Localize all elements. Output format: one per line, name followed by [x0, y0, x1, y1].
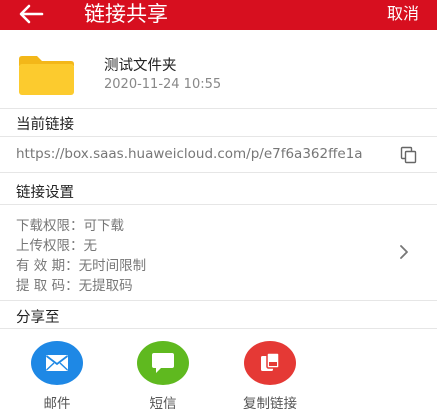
sms-icon	[152, 353, 174, 373]
copy-link-label: 复制链接	[243, 396, 297, 409]
current-link-heading: 当前链接	[16, 117, 74, 133]
share-link-url[interactable]: https://box.saas.huaweicloud.com/p/e7f6a…	[16, 146, 384, 162]
upload-permission: 上传权限：无	[16, 238, 97, 254]
divider	[0, 172, 437, 173]
file-info: 测试文件夹 2020-11-24 10:55	[0, 38, 437, 104]
share-mail-button[interactable]: 邮件	[27, 341, 87, 409]
validity-period: 有 效 期：无时间限制	[16, 258, 147, 274]
mail-circle	[31, 341, 83, 385]
share-to-heading: 分享至	[16, 310, 60, 326]
copy-link-icon	[261, 352, 280, 371]
folder-icon	[19, 56, 74, 95]
sms-circle	[137, 341, 189, 385]
mail-icon	[45, 355, 69, 371]
divider	[0, 204, 437, 205]
cancel-button[interactable]: 取消	[387, 3, 419, 25]
header-bar: 链接共享 取消	[0, 0, 437, 30]
extraction-code: 提 取 码：无提取码	[16, 278, 133, 294]
link-settings-heading: 链接设置	[16, 185, 74, 201]
divider	[0, 328, 437, 329]
share-sms-label: 短信	[149, 396, 177, 409]
back-arrow-icon[interactable]	[18, 2, 44, 26]
share-sms-button[interactable]: 短信	[133, 341, 193, 409]
share-mail-label: 邮件	[43, 396, 71, 409]
folder-name: 测试文件夹	[104, 58, 177, 74]
download-permission: 下载权限：可下载	[16, 218, 124, 234]
divider	[0, 300, 437, 301]
copy-icon[interactable]	[400, 146, 418, 164]
page-title: 链接共享	[84, 2, 168, 26]
folder-date: 2020-11-24 10:55	[104, 77, 222, 92]
copy-link-button[interactable]: 复制链接	[240, 341, 300, 409]
chevron-right-icon[interactable]	[398, 244, 410, 260]
divider	[0, 108, 437, 109]
divider	[0, 136, 437, 137]
copy-link-circle	[244, 341, 296, 385]
